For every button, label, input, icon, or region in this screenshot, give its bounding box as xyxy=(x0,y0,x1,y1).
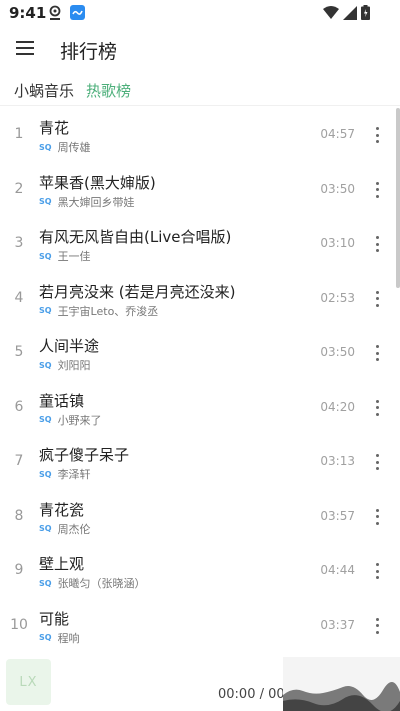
status-icons xyxy=(323,5,370,20)
song-duration: 03:10 xyxy=(320,236,355,250)
song-row[interactable]: 4 若月亮没来 (若是月亮还没来) SQ 王宇宙Leto、乔浚丞 02:53 xyxy=(0,272,400,327)
quality-badge: SQ xyxy=(39,251,52,261)
song-duration: 03:50 xyxy=(320,345,355,359)
song-meta: SQ 周杰伦 xyxy=(39,521,91,537)
top-app-bar: 排行榜 xyxy=(0,26,400,72)
quality-badge: SQ xyxy=(39,524,52,533)
song-rank: 6 xyxy=(14,398,24,415)
page-title: 排行榜 xyxy=(60,41,118,63)
player-bar[interactable]: LX 00:00 / 00:00 xyxy=(0,653,400,711)
song-row[interactable]: 1 青花 SQ 周传雄 04:57 xyxy=(0,108,400,163)
song-meta: SQ 小野来了 xyxy=(39,412,102,428)
song-title: 人间半途 xyxy=(39,337,100,355)
more-options-icon[interactable] xyxy=(372,616,382,636)
song-artist: 周传雄 xyxy=(57,141,91,154)
quality-badge: SQ xyxy=(39,469,52,479)
song-artist: 程响 xyxy=(57,631,80,645)
more-options-icon[interactable] xyxy=(372,507,382,527)
song-title: 有风无风皆自由(Live合唱版) xyxy=(39,228,232,246)
song-meta: SQ 程响 xyxy=(39,630,80,646)
tab-source[interactable]: 小蜗音乐 xyxy=(14,80,74,101)
song-rank: 8 xyxy=(14,507,24,524)
song-rank: 7 xyxy=(14,453,24,469)
song-list: 1 青花 SQ 周传雄 04:57 2 苹果香(黑大婶版) SQ 黑大婶回乡带娃 03:50 3 有风… xyxy=(0,108,400,653)
song-artist: 周杰伦 xyxy=(57,522,91,536)
status-bar: 9:41 xyxy=(0,0,400,26)
chart-tabs: 小蜗音乐 热歌榜 xyxy=(0,72,400,106)
song-duration: 03:50 xyxy=(320,181,355,196)
song-row[interactable]: 9 壁上观 SQ 张曦匀（张晓涵） 04:44 xyxy=(0,544,400,599)
song-rank: 9 xyxy=(14,562,24,578)
quality-badge: SQ xyxy=(39,578,52,588)
location-icon xyxy=(49,5,61,20)
quality-badge: SQ xyxy=(39,360,52,370)
song-duration: 03:37 xyxy=(320,617,355,632)
more-options-icon[interactable] xyxy=(372,398,382,418)
song-title: 疯子傻子呆子 xyxy=(39,446,130,464)
song-artist: 王一佳 xyxy=(57,250,91,263)
battery-icon xyxy=(361,5,370,20)
song-meta: SQ 刘阳阳 xyxy=(39,357,91,373)
song-row[interactable]: 10 可能 SQ 程响 03:37 xyxy=(0,599,400,654)
status-time: 9:41 xyxy=(9,4,47,22)
song-row[interactable]: 3 有风无风皆自由(Live合唱版) SQ 王一佳 03:10 xyxy=(0,217,400,272)
song-meta: SQ 王一佳 xyxy=(39,248,91,264)
song-meta: SQ 周传雄 xyxy=(39,139,91,155)
song-rank: 1 xyxy=(14,126,24,142)
quality-badge: SQ xyxy=(39,306,52,315)
song-title: 若月亮没来 (若是月亮还没来) xyxy=(39,282,236,301)
song-row[interactable]: 2 苹果香(黑大婶版) SQ 黑大婶回乡带娃 03:50 xyxy=(0,163,400,218)
song-row[interactable]: 6 童话镇 SQ 小野来了 04:20 xyxy=(0,381,400,436)
song-title: 可能 xyxy=(39,609,70,628)
song-row[interactable]: 8 青花瓷 SQ 周杰伦 03:57 xyxy=(0,490,400,545)
song-rank: 10 xyxy=(10,616,28,633)
quality-badge: SQ xyxy=(39,633,52,642)
quality-badge: SQ xyxy=(39,415,52,424)
song-meta: SQ 王宇宙Leto、乔浚丞 xyxy=(39,303,158,319)
song-title: 青花 xyxy=(39,119,70,137)
waveform-image xyxy=(283,657,400,711)
song-title: 童话镇 xyxy=(39,391,85,410)
song-rank: 3 xyxy=(14,235,24,251)
song-row[interactable]: 5 人间半途 SQ 刘阳阳 03:50 xyxy=(0,326,400,381)
song-meta: SQ 张曦匀（张晓涵） xyxy=(39,575,146,591)
more-options-icon[interactable] xyxy=(372,561,382,581)
song-meta: SQ 黑大婶回乡带娃 xyxy=(39,194,135,210)
menu-icon[interactable] xyxy=(14,38,36,58)
song-artist: 刘阳阳 xyxy=(57,359,91,372)
song-duration: 04:57 xyxy=(320,127,355,141)
song-rank: 2 xyxy=(14,180,24,197)
song-row[interactable]: 7 疯子傻子呆子 SQ 李泽轩 03:13 xyxy=(0,435,400,490)
song-duration: 04:44 xyxy=(320,563,355,577)
song-rank: 5 xyxy=(14,344,24,360)
more-options-icon[interactable] xyxy=(372,234,382,254)
quality-badge: SQ xyxy=(39,142,52,152)
song-rank: 4 xyxy=(14,289,24,306)
song-duration: 03:57 xyxy=(320,508,355,523)
song-title: 苹果香(黑大婶版) xyxy=(39,173,156,192)
more-options-icon[interactable] xyxy=(372,125,382,145)
song-artist: 王宇宙Leto、乔浚丞 xyxy=(57,304,159,318)
more-options-icon[interactable] xyxy=(372,289,382,309)
song-duration: 02:53 xyxy=(320,290,355,305)
signal-icon xyxy=(343,5,357,20)
song-artist: 张曦匀（张晓涵） xyxy=(57,577,146,590)
song-duration: 04:20 xyxy=(320,399,355,414)
app-notification-icon xyxy=(70,5,85,20)
song-title: 壁上观 xyxy=(39,555,85,573)
more-options-icon[interactable] xyxy=(372,343,382,363)
album-cover[interactable]: LX xyxy=(6,659,51,705)
song-duration: 03:13 xyxy=(320,454,355,468)
tab-hot-songs[interactable]: 热歌榜 xyxy=(86,80,131,101)
more-options-icon[interactable] xyxy=(372,180,382,200)
song-artist: 黑大婶回乡带娃 xyxy=(57,195,135,209)
quality-badge: SQ xyxy=(39,197,52,206)
scrollbar[interactable] xyxy=(396,108,400,288)
more-options-icon[interactable] xyxy=(372,452,382,472)
song-title: 青花瓷 xyxy=(39,500,85,519)
wifi-icon xyxy=(323,5,339,19)
song-meta: SQ 李泽轩 xyxy=(39,466,91,482)
song-artist: 李泽轩 xyxy=(57,468,91,481)
song-artist: 小野来了 xyxy=(57,413,102,427)
